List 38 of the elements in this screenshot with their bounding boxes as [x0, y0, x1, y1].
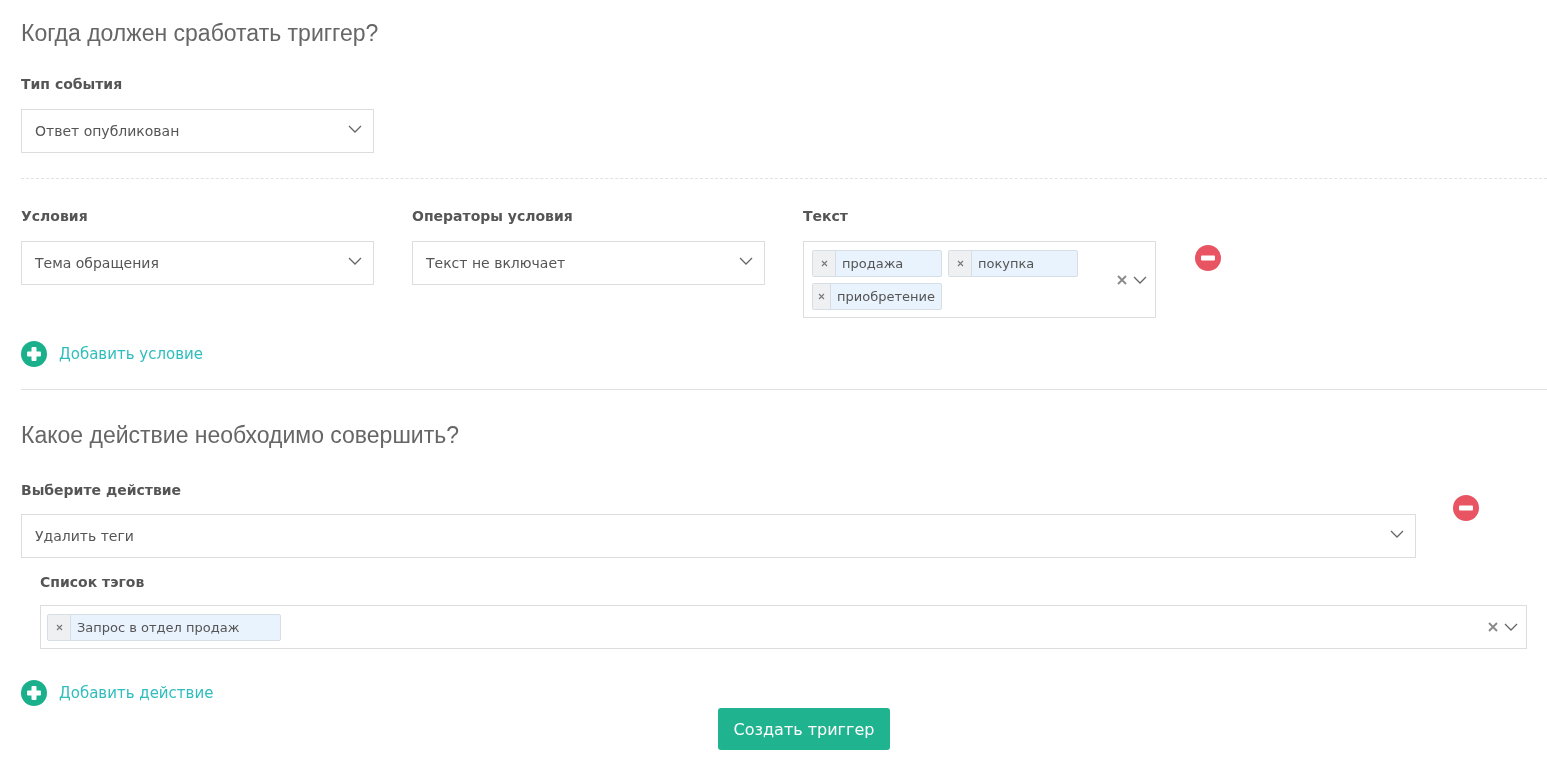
- chevron-down-icon: [348, 125, 362, 133]
- tag-label: приобретение: [836, 287, 936, 306]
- remove-tag-button[interactable]: [949, 250, 972, 276]
- text-tags-field[interactable]: продажа покупка приобретение: [803, 241, 1156, 318]
- column-label: Операторы условия: [412, 207, 574, 226]
- chevron-down-icon: [739, 257, 753, 265]
- remove-circle-icon[interactable]: [1195, 245, 1221, 271]
- chevron-down-icon: [1504, 623, 1518, 631]
- tag-list-field[interactable]: Запрос в отдел продаж: [40, 605, 1527, 649]
- chevron-down-icon: [348, 257, 362, 265]
- field-label: Тип события: [21, 75, 124, 94]
- remove-tag-button[interactable]: [48, 614, 71, 640]
- remove-tag-button[interactable]: [813, 283, 832, 309]
- column-label: Текст: [803, 207, 849, 226]
- remove-tag-button[interactable]: [813, 250, 836, 276]
- operator-select[interactable]: Текст не включает: [412, 241, 765, 285]
- tag-label: Запрос в отдел продаж: [76, 618, 241, 637]
- field-label: Список тэгов: [40, 573, 146, 592]
- section-heading: Какое действие необходимо совершить?: [21, 421, 460, 450]
- tag-label: покупка: [977, 254, 1036, 273]
- close-icon: [818, 292, 825, 300]
- chevron-down-icon: [1133, 275, 1147, 284]
- action-select[interactable]: Удалить теги: [21, 514, 1416, 558]
- plus-circle-icon[interactable]: [21, 680, 47, 706]
- condition-select[interactable]: Тема обращения: [21, 241, 374, 285]
- tag-label: продажа: [841, 254, 905, 273]
- close-icon: [956, 259, 964, 267]
- plus-circle-icon[interactable]: [21, 341, 47, 367]
- field-label: Выберите действие: [21, 481, 183, 500]
- close-icon: [820, 259, 828, 267]
- remove-circle-icon[interactable]: [1453, 495, 1479, 521]
- event-type-select[interactable]: Ответ опубликован: [21, 109, 374, 153]
- section-heading: Когда должен сработать триггер?: [21, 19, 380, 48]
- chevron-down-icon: [1390, 530, 1404, 538]
- close-icon: [55, 623, 63, 631]
- clear-icon[interactable]: [1488, 622, 1498, 632]
- column-label: Условия: [21, 207, 89, 226]
- clear-icon[interactable]: [1117, 274, 1127, 285]
